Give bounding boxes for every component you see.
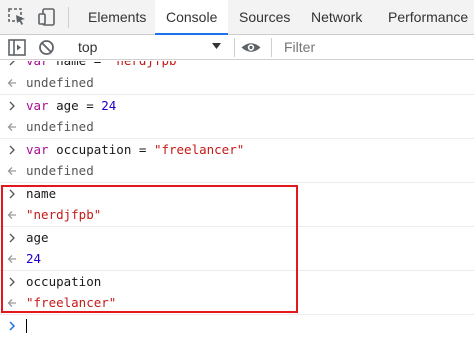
code-token: name [26,186,57,201]
input-chevron-icon [9,145,15,155]
code-token: occupation = [48,142,154,157]
code-token: age [26,230,49,245]
console-code: undefined [26,116,94,138]
code-token: name = [49,61,109,68]
filter-input[interactable] [284,38,464,57]
text-cursor [26,319,27,333]
console-code: "nerdjfpb" [26,204,101,226]
code-token: "freelancer" [153,142,245,157]
code-token: 24 [101,98,117,113]
console-code: 24 [26,248,41,270]
context-selector-value: top [78,39,98,55]
console-result-line: "nerdjfpb" [0,204,474,226]
result-text: undefined [26,163,94,178]
code-token: "nerdjfpb" [109,61,184,68]
console-code: age [26,227,49,249]
console-input-line: var age = 24 [0,94,474,116]
console-code: name [26,183,56,205]
tab-network[interactable]: Network [300,0,373,34]
code-token: var [26,142,49,157]
code-token: age = [48,98,102,113]
console-toolbar: top [0,35,474,60]
toolbar-separator [234,38,235,57]
result-arrow-icon [7,123,16,131]
console-input-line: occupation [0,270,474,292]
toolbar-separator [68,7,69,28]
tab-elements[interactable]: Elements [77,0,157,34]
console-input-line: age [0,226,474,248]
result-arrow-icon [7,167,16,175]
prompt-chevron-icon [9,321,16,331]
code-token: 24 [26,251,42,266]
console-code: undefined [26,160,94,182]
console-prompt[interactable] [0,314,474,336]
devtools-tabbar: Elements Console Sources Network Perform… [0,0,474,35]
tab-sources[interactable]: Sources [228,0,301,34]
eye-icon[interactable] [240,39,262,56]
console-result-line: undefined [0,160,474,182]
console-input-line: name [0,182,474,204]
console-input-line: var occupation = "freelancer" [0,138,474,160]
result-text: undefined [26,75,94,90]
console-output[interactable]: var name = "nerdjfpb" undefined var age = … [0,61,474,347]
result-arrow-icon [7,299,16,307]
code-token: "freelancer" [26,295,117,310]
result-arrow-icon [7,79,16,87]
tab-performance[interactable]: Performance [377,0,474,34]
console-code: undefined [26,72,94,94]
inspect-element-icon[interactable] [6,6,28,28]
code-token: "nerdjfpb" [26,207,102,222]
console-code: var age = 24 [26,95,116,117]
console-code: "freelancer" [26,292,116,314]
console-input-line: var name = "nerdjfpb" [0,61,474,72]
console-result-line: "freelancer" [0,292,474,314]
result-text: undefined [26,119,94,134]
input-chevron-icon [9,277,15,287]
console-code: var occupation = "freelancer" [26,139,244,161]
code-token: occupation [26,274,102,289]
sidebar-toggle-icon[interactable] [7,38,27,57]
result-arrow-icon [7,255,16,263]
console-code: occupation [26,271,101,293]
tab-console[interactable]: Console [155,0,229,35]
context-selector[interactable]: top [70,37,228,58]
console-result-line: undefined [0,116,474,138]
chevron-down-icon [212,43,221,49]
input-chevron-icon [9,233,15,243]
code-token: var [26,61,49,68]
console-result-line: undefined [0,72,474,94]
input-chevron-icon [9,189,15,199]
console-result-line: 24 [0,248,474,270]
toolbar-separator [271,38,272,57]
result-arrow-icon [7,211,16,219]
input-chevron-icon [9,101,15,111]
console-code: var name = "nerdjfpb" [26,61,184,72]
code-token: var [26,98,49,113]
device-toolbar-icon[interactable] [36,6,58,28]
clear-console-icon[interactable] [37,38,56,57]
input-chevron-icon [9,61,15,66]
